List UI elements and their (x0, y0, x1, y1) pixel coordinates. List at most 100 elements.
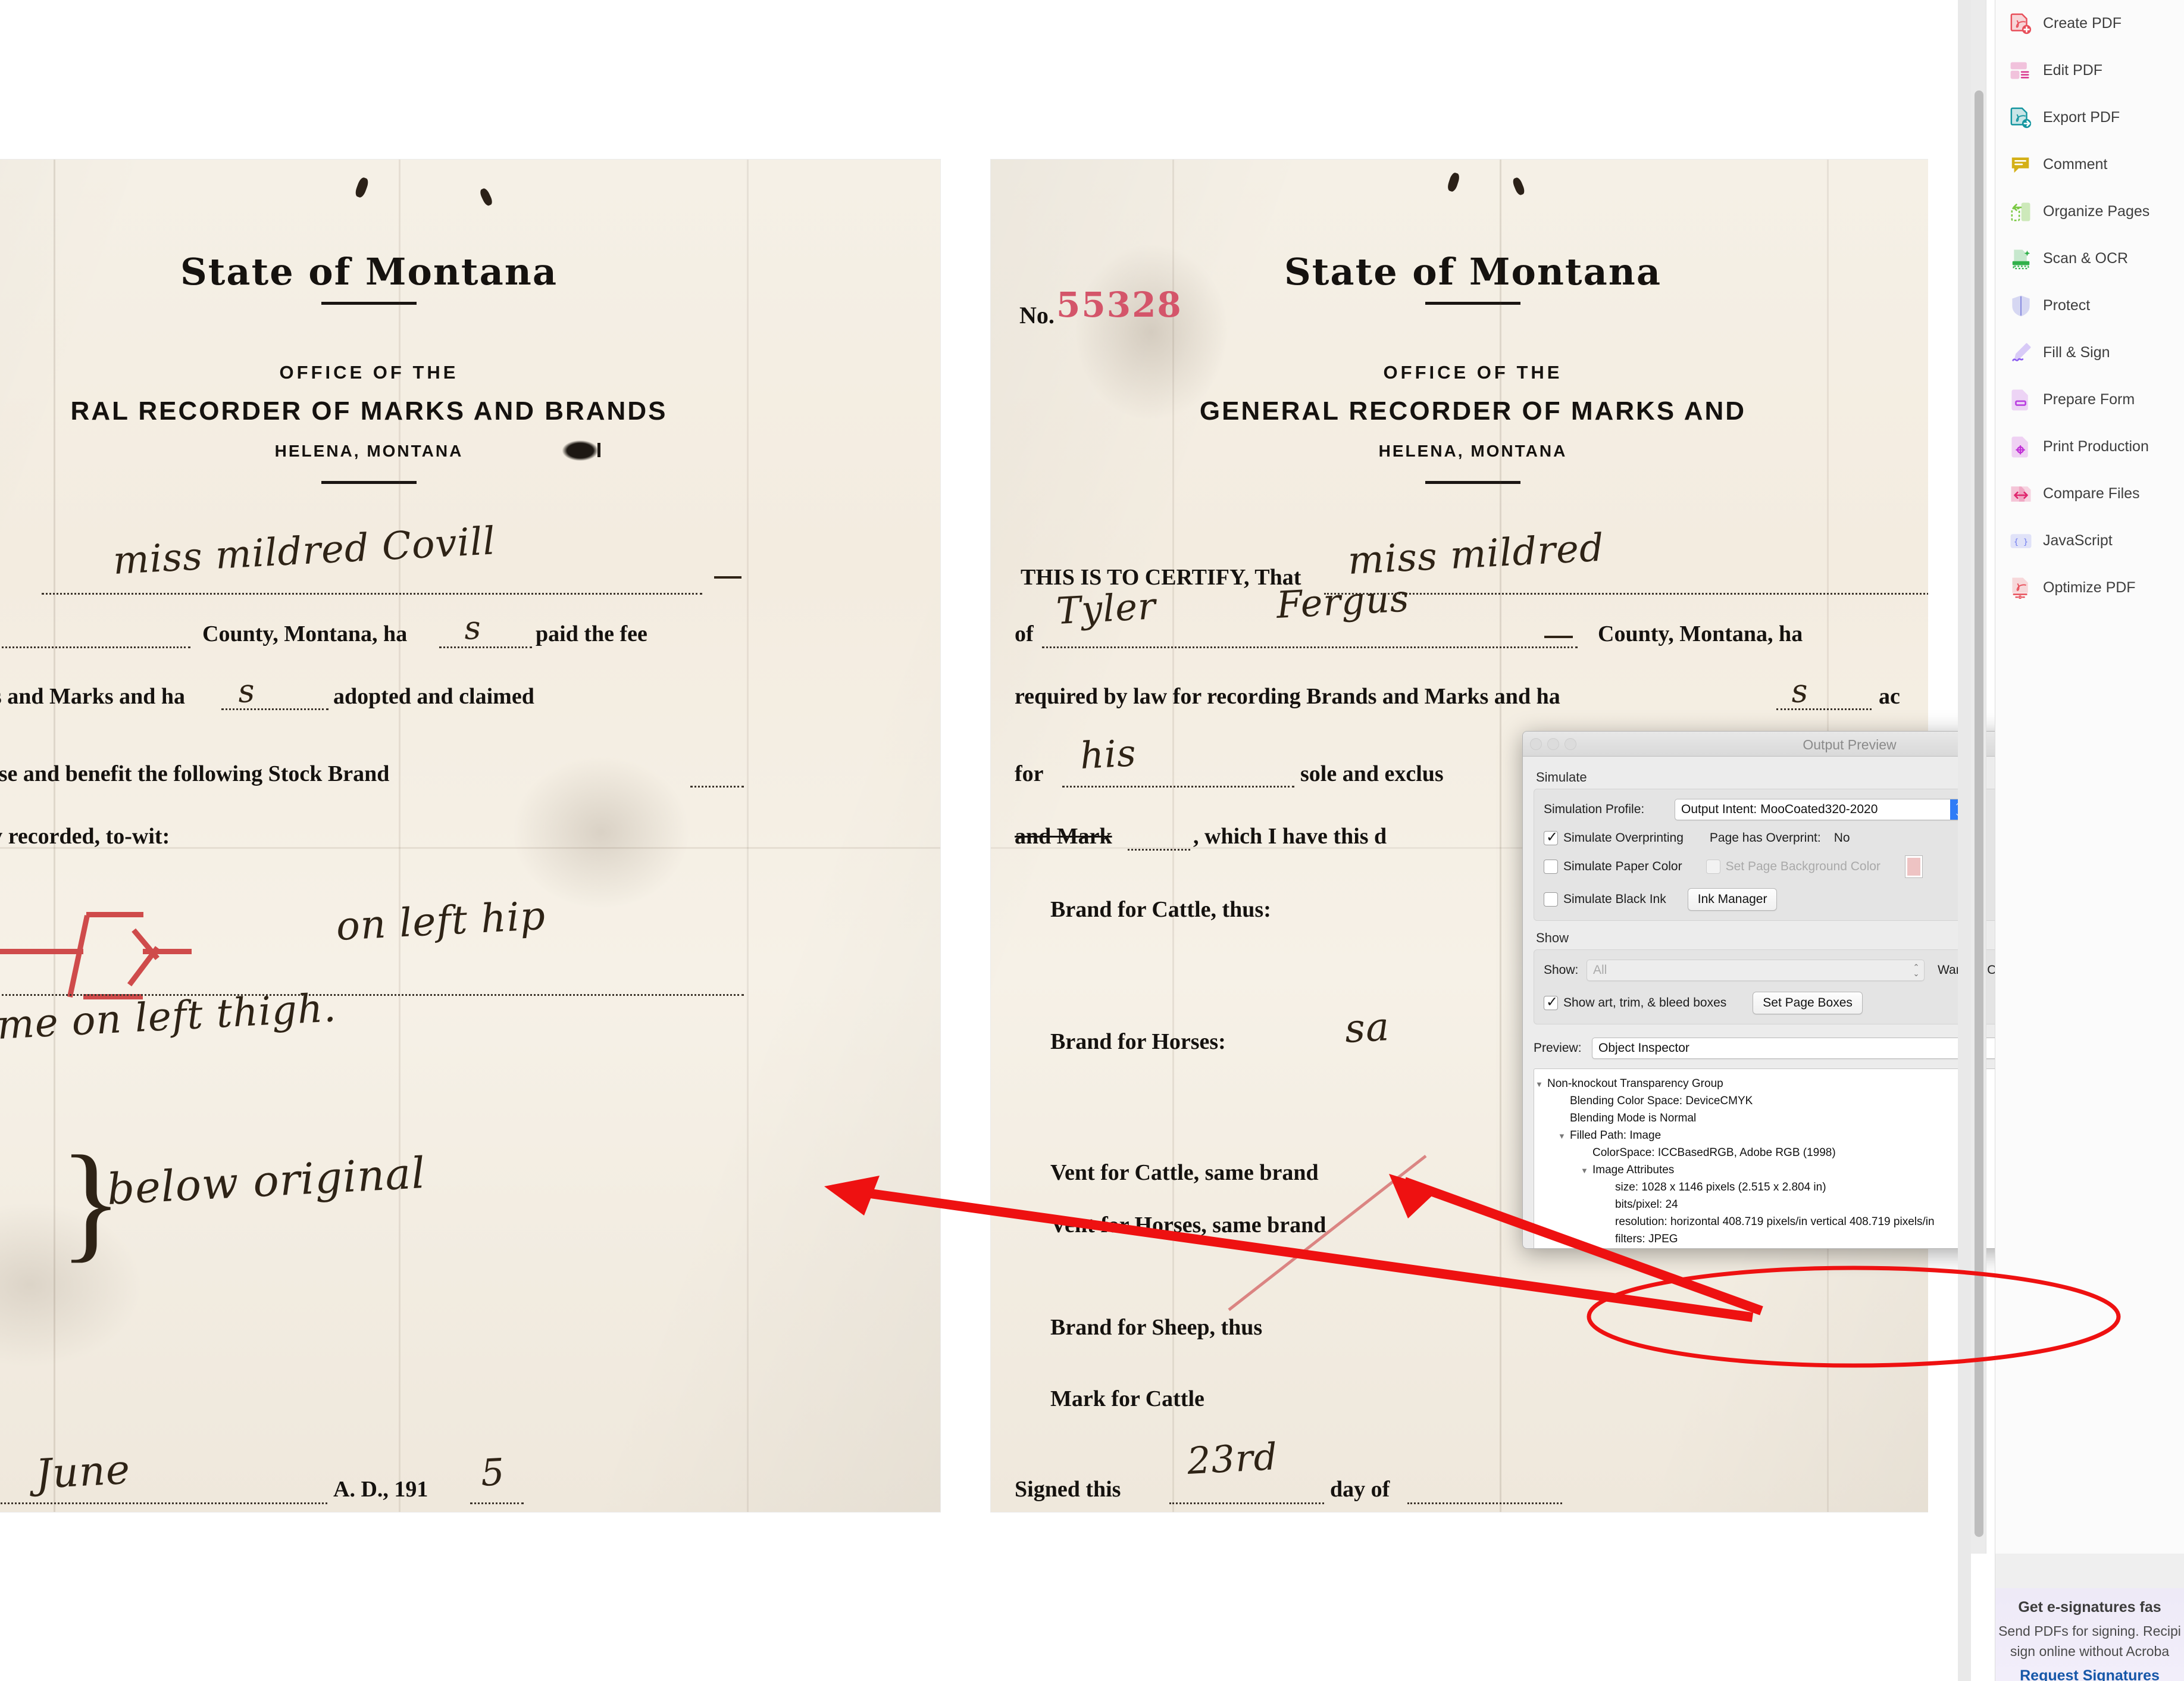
tree-node[interactable]: Filled Path: Image (1570, 1129, 1661, 1142)
simulation-profile-select[interactable]: Output Intent: MooCoated320-2020 ⌃⌄ (1675, 799, 1966, 820)
simulate-paper-color-checkbox[interactable] (1544, 860, 1558, 874)
sidebar-item-comment[interactable]: Comment (1995, 141, 2184, 188)
office-line-right: OFFICE OF THE (1383, 362, 1563, 383)
create-pdf-icon (2010, 13, 2032, 35)
cattle-rule-left (0, 994, 744, 996)
tree-node[interactable]: Non-knockout Transparency Group (1547, 1077, 1723, 1091)
export-pdf-icon (2010, 107, 2032, 129)
page-title-left: State of Montana (180, 250, 558, 293)
simulate-overprinting-checkbox[interactable] (1544, 829, 1558, 846)
show-select[interactable]: All ⌃ ⌄ (1587, 960, 1925, 981)
tree-disclosure-caret[interactable]: ▼ (1581, 1166, 1588, 1175)
signed-day-rule-right (1169, 1502, 1324, 1504)
show-boxes-checkbox[interactable] (1544, 993, 1558, 1011)
print-production-icon (2010, 436, 2032, 458)
subtitle-rule (321, 481, 417, 484)
simulate-black-ink-label: Simulate Black Ink (1563, 892, 1666, 906)
sidebar-item-compare-files[interactable]: Compare Files (1995, 470, 2184, 517)
and-mark-right: and Mark (1015, 824, 1112, 849)
tree-disclosure-caret[interactable]: ▼ (1558, 1132, 1566, 1141)
tree-node[interactable]: size: 1028 x 1146 pixels (2.515 x 2.804 … (1615, 1181, 1826, 1194)
sidebar-item-label: Comment (2043, 156, 2108, 173)
certify-rule-left (42, 593, 702, 595)
simulate-black-ink-checkbox[interactable] (1544, 892, 1558, 907)
optimize-pdf-icon (2010, 577, 2032, 599)
sidebar-item-fill-sign[interactable]: Fill & Sign (1995, 329, 2184, 376)
county-rule-right (1042, 646, 1578, 648)
sidebar-bottom-spacer (1995, 1554, 2184, 1588)
sidebar-item-label: Export PDF (2043, 109, 2120, 126)
request-signatures-link[interactable]: Request Signatures (1995, 1667, 2184, 1681)
sidebar-item-label: Scan & OCR (2043, 250, 2129, 267)
tools-sidebar: Create PDF Edit PDF Export PDF Comment Organ… (1995, 0, 2184, 1554)
office-name-right: GENERAL RECORDER OF MARKS AND (1199, 396, 1747, 426)
tree-node[interactable]: Blending Mode is Normal (1570, 1112, 1696, 1125)
tree-node[interactable]: Image Attributes (1592, 1164, 1674, 1177)
sidebar-item-organize-pages[interactable]: Organize Pages (1995, 188, 2184, 235)
tree-node[interactable]: bits/pixel: 24 (1615, 1198, 1678, 1211)
sidebar-gutter (1958, 0, 1971, 1681)
ha-rule-left-1 (439, 646, 532, 648)
number-label-right: No. (1019, 302, 1055, 329)
svg-text:{ }: { } (2014, 538, 2028, 546)
document-scrollbar-thumb[interactable] (1975, 90, 1983, 1537)
sidebar-item-optimize-pdf[interactable]: Optimize PDF (1995, 564, 2184, 611)
sidebar-item-label: Edit PDF (2043, 62, 2103, 79)
tree-node[interactable]: Blending Color Space: DeviceCMYK (1570, 1095, 1753, 1108)
county-handwriting-right: Fergus (1275, 576, 1411, 627)
certify-handwriting-right: miss mildred (1347, 526, 1606, 583)
edit-pdf-icon (2010, 60, 2032, 82)
sidebar-item-label: JavaScript (2043, 532, 2113, 549)
sidebar-item-protect[interactable]: Protect (1995, 282, 2184, 329)
adopted-left: adopted and claimed (333, 684, 534, 709)
year-handwriting-left: 5 (480, 1449, 506, 1495)
ha-rule-right (1776, 708, 1872, 710)
certify-handwriting-left: miss mildred Covill (112, 519, 497, 583)
his-rule-right (1062, 786, 1294, 788)
sidebar-item-scan-ocr[interactable]: Scan & OCR (1995, 235, 2184, 282)
signed-label-right: Signed this (1015, 1477, 1121, 1502)
sidebar-item-print-production[interactable]: Print Production (1995, 423, 2184, 470)
county-line-right: County, Montana, ha (1598, 621, 1803, 646)
set-page-boxes-button[interactable]: Set Page Boxes (1753, 992, 1863, 1014)
pdf-page-left[interactable]: State of Montana OFFICE OF THE RAL RECOR… (0, 160, 940, 1512)
show-boxes-label: Show art, trim, & bleed boxes (1563, 996, 1727, 1010)
compare-files-icon (2010, 483, 2032, 505)
sidebar-item-create-pdf[interactable]: Create PDF (1995, 0, 2184, 47)
preview-label: Preview: (1534, 1041, 1582, 1055)
cattle-handwriting-left: on left hip (334, 892, 547, 949)
certify-dash-left (714, 576, 741, 579)
brand-horses-label-right: Brand for Horses: (1050, 1029, 1226, 1054)
recording-line-left: for recording Brands and Marks and ha (0, 684, 186, 709)
simulation-profile-value: Output Intent: MooCoated320-2020 (1681, 802, 1878, 816)
city-line-left: HELENA, MONTANA (274, 442, 464, 460)
sidebar-item-export-pdf[interactable]: Export PDF (1995, 94, 2184, 141)
page-has-overprint-label: Page has Overprint: (1709, 831, 1821, 845)
sidebar-item-prepare-form[interactable]: Prepare Form (1995, 376, 2184, 423)
tree-disclosure-caret[interactable]: ▼ (1535, 1080, 1543, 1089)
simulation-profile-label: Simulation Profile: (1544, 802, 1645, 816)
vent-cattle-label-right: Vent for Cattle, same brand (1050, 1160, 1319, 1185)
certify-rule-right (1324, 593, 1928, 595)
tree-node[interactable]: ColorSpace: ICCBasedRGB, Adobe RGB (1998… (1592, 1146, 1836, 1160)
background-color-swatch[interactable] (1905, 856, 1922, 877)
tree-node[interactable]: filters: JPEG (1615, 1233, 1678, 1246)
ink-manager-button[interactable]: Ink Manager (1687, 888, 1778, 911)
prepare-form-icon (2010, 389, 2032, 411)
his-handwriting-right: his (1079, 731, 1138, 777)
tree-node[interactable]: resolution: horizontal 408.719 pixels/in… (1615, 1216, 1935, 1229)
ha-hand-left-2: s (237, 671, 256, 710)
chevron-updown-icon-show: ⌃ ⌄ (1913, 963, 1920, 978)
sidebar-item-edit-pdf[interactable]: Edit PDF (1995, 47, 2184, 94)
title-rule (321, 302, 417, 305)
comment-icon (2010, 154, 2032, 176)
page-has-overprint-value: No (1833, 831, 1850, 845)
shield-icon (2010, 295, 2032, 317)
promo-heading: Get e-signatures fas (2018, 1599, 2161, 1616)
paid-fee-left: paid the fee (536, 621, 647, 646)
sidebar-item-javascript[interactable]: { } JavaScript (1995, 517, 2184, 564)
for-label-right: for (1015, 761, 1044, 786)
sole-rule-left (690, 786, 744, 788)
recorded-line-left: which I have this day recorded, to-wit: (0, 824, 170, 849)
seal-icon (562, 440, 598, 461)
